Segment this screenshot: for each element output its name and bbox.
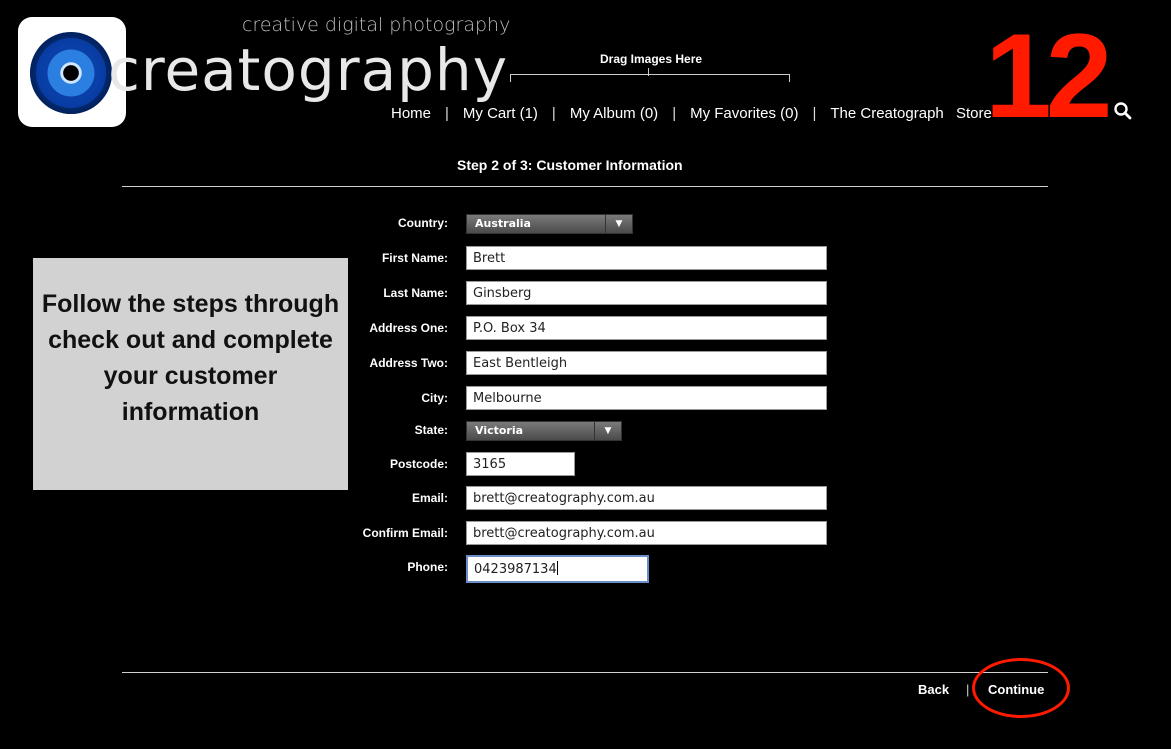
footer-separator: |: [966, 682, 970, 697]
phone-value: 0423987134: [474, 562, 557, 577]
divider-top: [122, 186, 1048, 187]
divider-bottom: [122, 672, 1048, 673]
tutorial-step-number: 12: [985, 9, 1113, 143]
confirm-email-field[interactable]: brett@creatography.com.au: [466, 521, 827, 545]
brand-wordmark[interactable]: creatography: [108, 36, 508, 104]
state-label: State:: [414, 423, 448, 437]
instruction-callout: Follow the steps through check out and c…: [33, 258, 348, 490]
phone-label: Phone:: [407, 560, 448, 574]
state-value: Victoria: [475, 424, 524, 437]
main-nav: Home | My Cart (1) | My Album (0) | My F…: [391, 105, 992, 122]
nav-separator: |: [445, 105, 449, 122]
drag-zone-label: Drag Images Here: [600, 52, 703, 66]
first-name-label: First Name:: [381, 251, 448, 265]
triangle-down-icon: ▼: [605, 215, 632, 233]
text-cursor: [556, 561, 558, 575]
state-select[interactable]: Victoria ▼: [466, 421, 622, 441]
nav-store-text-a: The Creatograph: [830, 105, 944, 122]
address-two-label: Address Two:: [369, 356, 448, 370]
triangle-down-icon: ▼: [594, 422, 621, 440]
first-name-field[interactable]: Brett: [466, 246, 827, 270]
city-field[interactable]: Melbourne: [466, 386, 827, 410]
country-select[interactable]: Australia ▼: [466, 214, 633, 234]
last-name-field[interactable]: Ginsberg: [466, 281, 827, 305]
phone-field[interactable]: 0423987134: [466, 555, 649, 583]
nav-my-cart[interactable]: My Cart (1): [463, 105, 538, 122]
country-value: Australia: [475, 217, 531, 230]
country-label: Country:: [398, 216, 448, 230]
last-name-label: Last Name:: [383, 286, 448, 300]
highlight-circle: [972, 658, 1070, 718]
nav-separator: |: [551, 105, 556, 122]
nav-home[interactable]: Home: [391, 105, 431, 122]
nav-separator: |: [812, 105, 817, 122]
page-title: Step 2 of 3: Customer Information: [457, 157, 683, 173]
confirm-email-label: Confirm Email:: [362, 526, 448, 540]
nav-store[interactable]: The Creatograph Store: [830, 105, 991, 122]
eye-icon: [30, 32, 112, 114]
email-field[interactable]: brett@creatography.com.au: [466, 486, 827, 510]
nav-separator: |: [672, 105, 677, 122]
email-label: Email:: [411, 491, 448, 505]
nav-my-album[interactable]: My Album (0): [570, 105, 658, 122]
address-two-field[interactable]: East Bentleigh: [466, 351, 827, 375]
back-link[interactable]: Back: [918, 682, 949, 697]
search-icon[interactable]: [1112, 100, 1134, 122]
postcode-field[interactable]: 3165: [466, 452, 575, 476]
drag-zone[interactable]: [510, 74, 790, 82]
postcode-label: Postcode:: [389, 457, 448, 471]
drag-zone-marker: [648, 68, 649, 76]
address-one-field[interactable]: P.O. Box 34: [466, 316, 827, 340]
city-label: City:: [421, 391, 448, 405]
address-one-label: Address One:: [369, 321, 448, 335]
nav-my-favorites[interactable]: My Favorites (0): [690, 105, 798, 122]
brand-tagline: creative digital photography: [242, 14, 511, 36]
